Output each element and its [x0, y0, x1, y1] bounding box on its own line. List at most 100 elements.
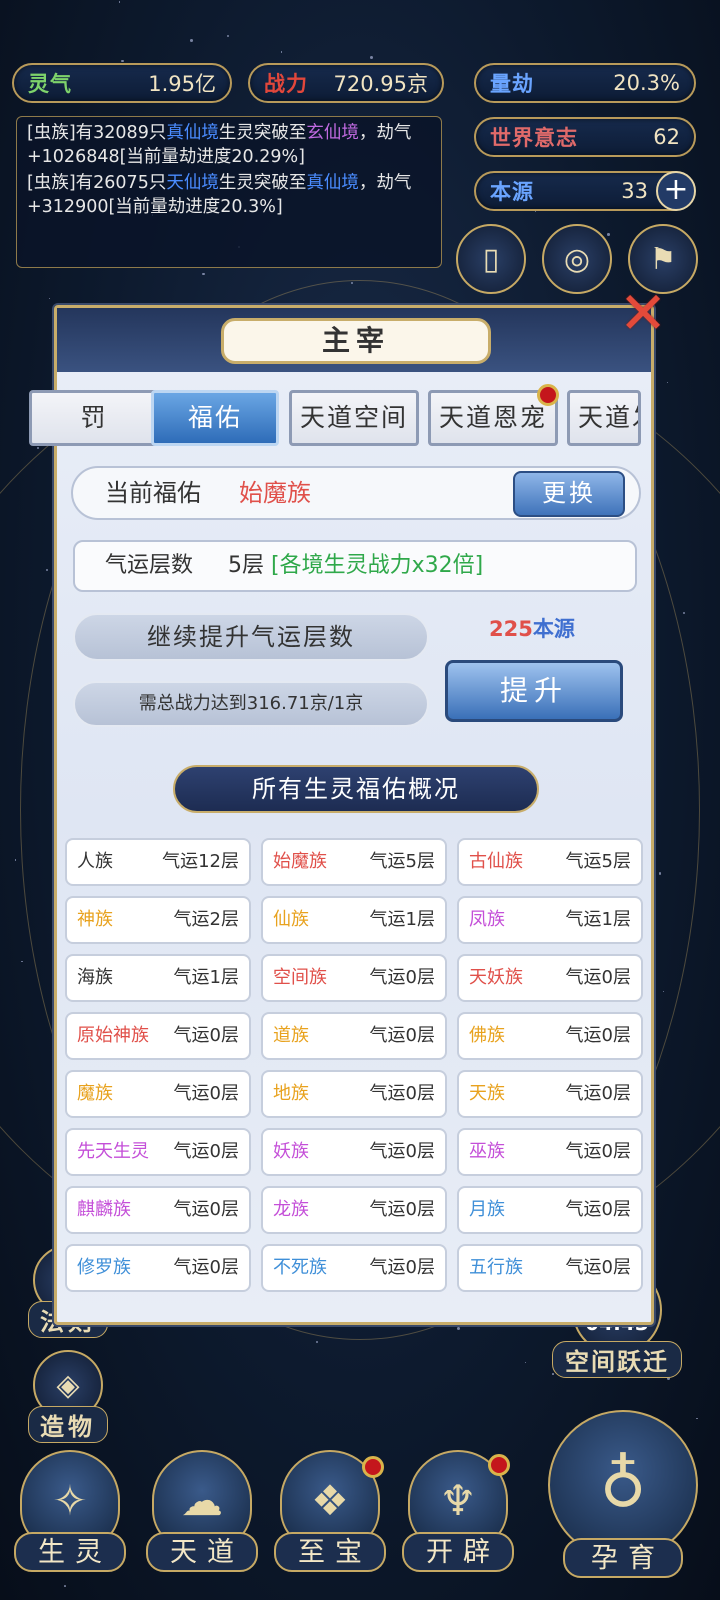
race-luck-level: 气运0层	[565, 1257, 631, 1278]
star	[315, 1341, 318, 1344]
tab-label: 福佑	[187, 403, 242, 432]
race-luck-level: 气运0层	[565, 1025, 631, 1046]
close-icon[interactable]: ✕	[612, 284, 674, 346]
tab-label: 天道空间	[299, 403, 408, 432]
race-name: 魔族	[77, 1083, 113, 1104]
world-will-stat[interactable]: 世界意志 62	[474, 117, 696, 157]
race-cell: 魔族 气运0层	[65, 1070, 251, 1118]
space-jump-label: 空间跃迁	[552, 1341, 682, 1378]
race-cell: 天妖族 气运0层	[457, 954, 643, 1002]
race-cell: 海族 气运1层	[65, 954, 251, 1002]
star	[202, 272, 205, 275]
log-text: 生灵突破至	[218, 123, 307, 143]
benyuan-value: 33	[621, 179, 648, 203]
overview-header: 所有生灵福佑概况	[173, 765, 539, 813]
upgrade-button[interactable]: 提升	[445, 660, 623, 722]
nav-kaipi[interactable]: ♆ 开辟	[402, 1450, 514, 1595]
swap-button[interactable]: 更换	[513, 471, 625, 517]
log-realm-to: 玄仙境	[306, 123, 359, 143]
race-name: 巫族	[469, 1141, 505, 1162]
zhanli-label: 战力	[264, 72, 308, 96]
luck-value: 5层	[228, 553, 265, 578]
race-luck-level: 气运0层	[565, 1199, 631, 1220]
race-name: 地族	[273, 1083, 309, 1104]
side-nav-creation[interactable]: ◈ 造物	[28, 1350, 108, 1443]
nav-zhibao[interactable]: ❖ 至宝	[274, 1450, 386, 1595]
race-cell: 人族 气运12层	[65, 838, 251, 886]
race-luck-level: 气运0层	[369, 1083, 435, 1104]
nav-shengling[interactable]: ✧ 生灵	[14, 1450, 126, 1595]
nav-yunyu[interactable]: ♁ 孕育	[548, 1410, 698, 1595]
race-name: 凤族	[469, 909, 505, 930]
nav-label: 天道	[146, 1532, 258, 1572]
race-name: 神族	[77, 909, 113, 930]
race-name: 先天生灵	[77, 1141, 149, 1162]
race-name: 原始神族	[77, 1025, 149, 1046]
race-cell: 凤族 气运1层	[457, 896, 643, 944]
notification-dot	[488, 1454, 510, 1476]
race-name: 妖族	[273, 1141, 309, 1162]
nav-tiandao[interactable]: ☁ 天道	[146, 1450, 258, 1595]
log-realm-from: 天仙境	[166, 173, 219, 193]
requirement-label: 需总战力达到316.71京/1京	[73, 681, 429, 727]
benyuan-label: 本源	[490, 180, 534, 204]
upgrade-cost: 225本源	[489, 613, 575, 643]
world-will-label: 世界意志	[490, 126, 578, 150]
race-luck-level: 气运5层	[565, 851, 631, 872]
race-name: 龙族	[273, 1199, 309, 1220]
race-cell: 天族 气运0层	[457, 1070, 643, 1118]
race-cell: 原始神族 气运0层	[65, 1012, 251, 1060]
star	[666, 381, 669, 383]
log-realm-to: 真仙境	[306, 173, 359, 193]
current-blessing-row: 当前福佑 始魔族 更换	[71, 466, 641, 520]
tab-punish[interactable]: 罚	[29, 390, 159, 446]
tab-tiandao-space[interactable]: 天道空间	[289, 390, 419, 446]
star	[607, 232, 610, 236]
race-cell: 月族 气运0层	[457, 1186, 643, 1234]
race-luck-level: 气运0层	[369, 1025, 435, 1046]
log-entry: [虫族]有26075只天仙境生灵突破至真仙境，劫气+312900[当前量劫进度2…	[27, 171, 431, 219]
race-name: 佛族	[469, 1025, 505, 1046]
race-cell: 不死族 气运0层	[261, 1244, 447, 1292]
vortex-icon[interactable]: ◎	[542, 224, 612, 294]
race-cell: 修罗族 气运0层	[65, 1244, 251, 1292]
race-luck-level: 气运1层	[173, 967, 239, 988]
log-text: [虫族]有26075只	[27, 173, 167, 193]
race-luck-level: 气运1层	[565, 909, 631, 930]
race-luck-level: 气运0层	[369, 967, 435, 988]
zhanli-value: 720.95京	[333, 72, 428, 96]
liangjie-stat[interactable]: 量劫 20.3%	[474, 63, 696, 103]
race-luck-level: 气运0层	[565, 1141, 631, 1162]
race-name: 古仙族	[469, 851, 523, 872]
modal-title: 主宰	[221, 318, 491, 364]
star	[350, 281, 353, 285]
tab-label: 天道发	[578, 403, 638, 432]
race-luck-level: 气运0层	[173, 1141, 239, 1162]
race-name: 人族	[77, 851, 113, 872]
race-cell: 佛族 气运0层	[457, 1012, 643, 1060]
star	[280, 51, 283, 53]
race-name: 不死族	[273, 1257, 327, 1278]
liangjie-value: 20.3%	[613, 71, 680, 95]
race-luck-level: 气运1层	[369, 909, 435, 930]
tab-tiandao-more[interactable]: 天道发	[567, 390, 641, 446]
race-blessing-grid[interactable]: 人族 气运12层 始魔族 气运5层 古仙族 气运5层 神族 气运2层 仙族 气运1层 凤族 气运1层海…	[65, 838, 647, 1310]
race-cell: 五行族 气运0层	[457, 1244, 643, 1292]
log-realm-from: 真仙境	[166, 123, 219, 143]
liangjie-label: 量劫	[490, 72, 534, 96]
log-text: [虫族]有32089只	[27, 123, 167, 143]
tab-label: 天道恩宠	[438, 403, 547, 432]
race-name: 天妖族	[469, 967, 523, 988]
event-log: [虫族]有32089只真仙境生灵突破至玄仙境，劫气+1026848[当前量劫进度…	[16, 116, 442, 268]
dominator-modal: 主宰 ✕ 罚 福佑 天道空间 天道恩宠 天道发 当前福佑 始魔族 更换 气运层数…	[29, 284, 667, 1325]
scroll-icon[interactable]: ▯	[456, 224, 526, 294]
race-name: 修罗族	[77, 1257, 131, 1278]
tab-blessing[interactable]: 福佑	[151, 390, 279, 446]
race-name: 道族	[273, 1025, 309, 1046]
zhanli-stat: 战力 720.95京	[248, 63, 444, 103]
add-benyuan-button[interactable]: +	[656, 171, 696, 211]
nav-label: 生灵	[14, 1532, 126, 1572]
nav-label: 孕育	[563, 1538, 683, 1578]
star	[457, 1327, 461, 1331]
lingqi-label: 灵气	[28, 72, 72, 96]
